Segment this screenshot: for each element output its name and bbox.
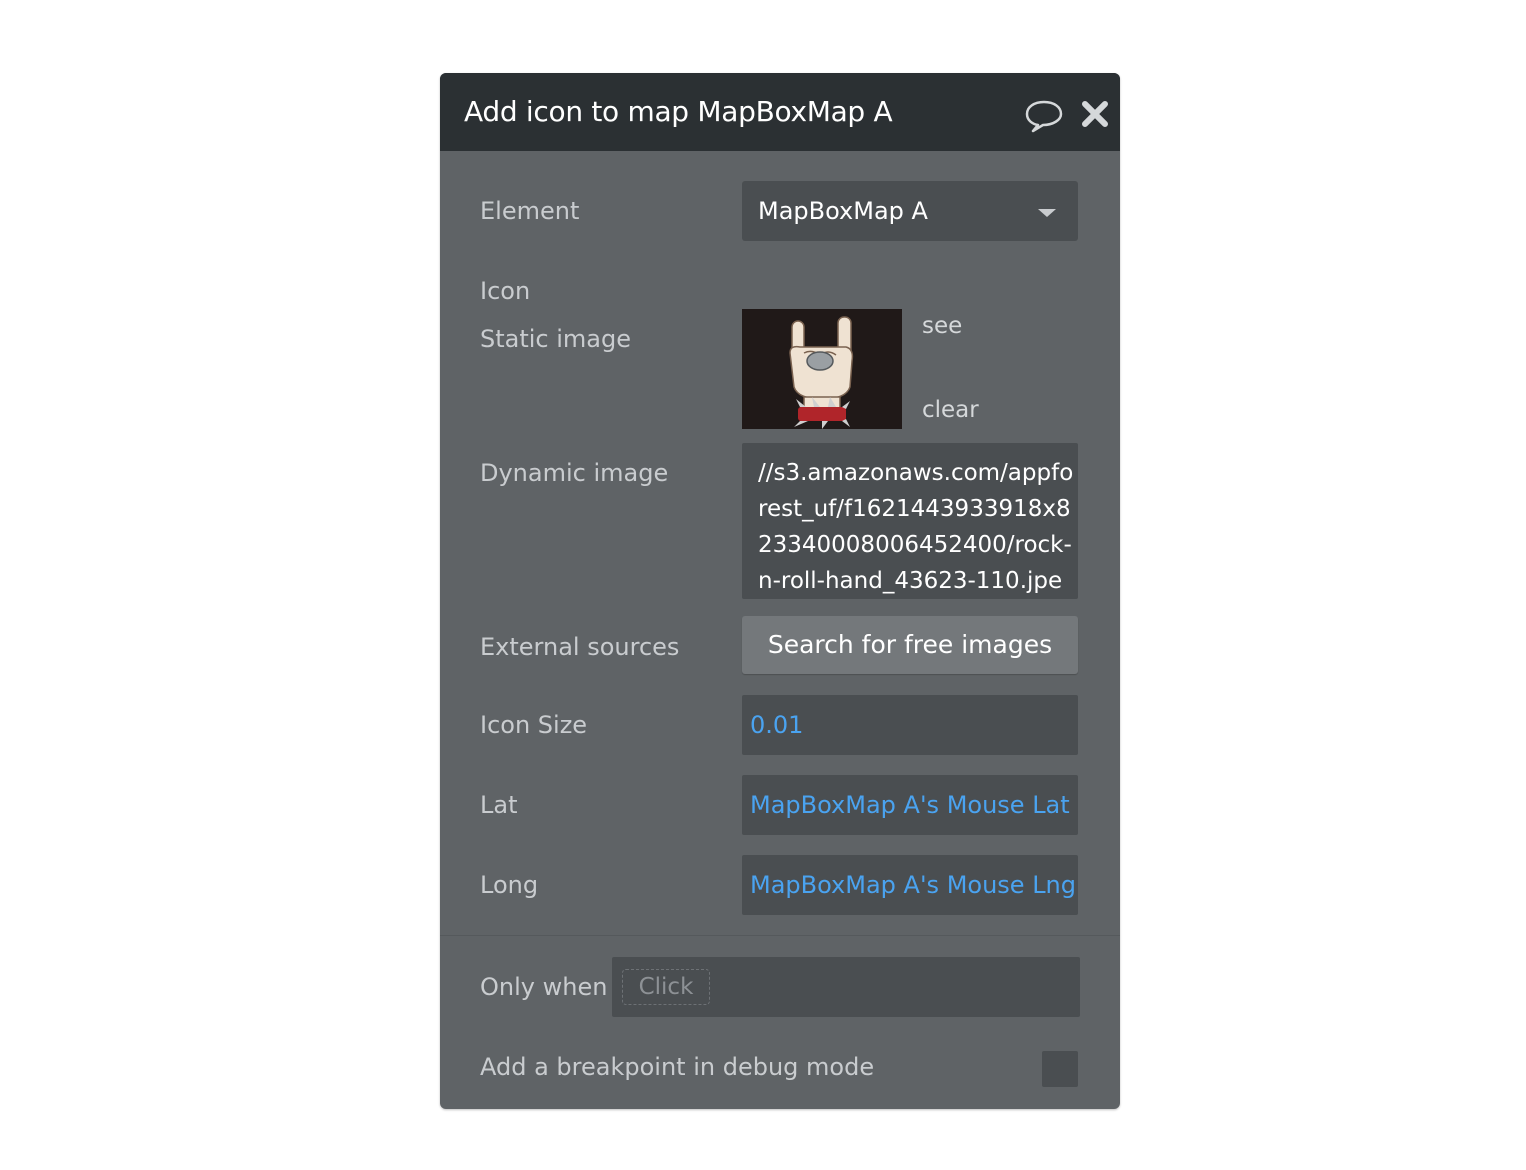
external-sources-label: External sources xyxy=(480,633,680,661)
dynamic-image-input[interactable]: //s3.amazonaws.com/appforest_uf/f1621443… xyxy=(742,443,1078,599)
long-value: MapBoxMap A's Mouse Lng xyxy=(750,871,1077,899)
only-when-placeholder[interactable]: Click xyxy=(622,969,710,1005)
dynamic-image-value: //s3.amazonaws.com/appforest_uf/f1621443… xyxy=(758,460,1074,594)
dialog-title: Add icon to map MapBoxMap A xyxy=(464,95,893,128)
rock-hand-image xyxy=(742,309,902,429)
chevron-down-icon xyxy=(1038,209,1056,217)
icon-size-label: Icon Size xyxy=(480,711,588,739)
search-free-images-button[interactable]: Search for free images xyxy=(742,616,1078,674)
element-dropdown-value: MapBoxMap A xyxy=(758,197,928,225)
long-label: Long xyxy=(480,871,539,899)
icon-label: Icon xyxy=(480,277,531,305)
speech-bubble-icon[interactable] xyxy=(1024,99,1064,133)
only-when-label: Only when xyxy=(480,973,608,1001)
dialog-header: Add icon to map MapBoxMap A xyxy=(440,73,1120,151)
clear-image-link[interactable]: clear xyxy=(922,397,979,423)
section-divider xyxy=(440,935,1120,936)
action-editor-dialog: Add icon to map MapBoxMap A Element MapB… xyxy=(440,73,1120,1109)
breakpoint-checkbox[interactable] xyxy=(1042,1051,1078,1087)
icon-size-input[interactable]: 0.01 xyxy=(742,695,1078,755)
lat-input[interactable]: MapBoxMap A's Mouse Lat xyxy=(742,775,1078,835)
element-dropdown[interactable]: MapBoxMap A xyxy=(742,181,1078,241)
breakpoint-label: Add a breakpoint in debug mode xyxy=(480,1053,875,1081)
lat-label: Lat xyxy=(480,791,518,819)
icon-size-value: 0.01 xyxy=(750,711,804,739)
static-image-thumbnail[interactable] xyxy=(742,309,902,429)
dynamic-image-label: Dynamic image xyxy=(480,459,669,487)
element-label: Element xyxy=(480,197,580,225)
long-input[interactable]: MapBoxMap A's Mouse Lng xyxy=(742,855,1078,915)
see-image-link[interactable]: see xyxy=(922,313,962,339)
lat-value: MapBoxMap A's Mouse Lat xyxy=(750,791,1070,819)
static-image-label: Static image xyxy=(480,325,632,353)
close-icon[interactable] xyxy=(1080,99,1110,129)
only-when-condition-input[interactable]: Click xyxy=(612,957,1080,1017)
